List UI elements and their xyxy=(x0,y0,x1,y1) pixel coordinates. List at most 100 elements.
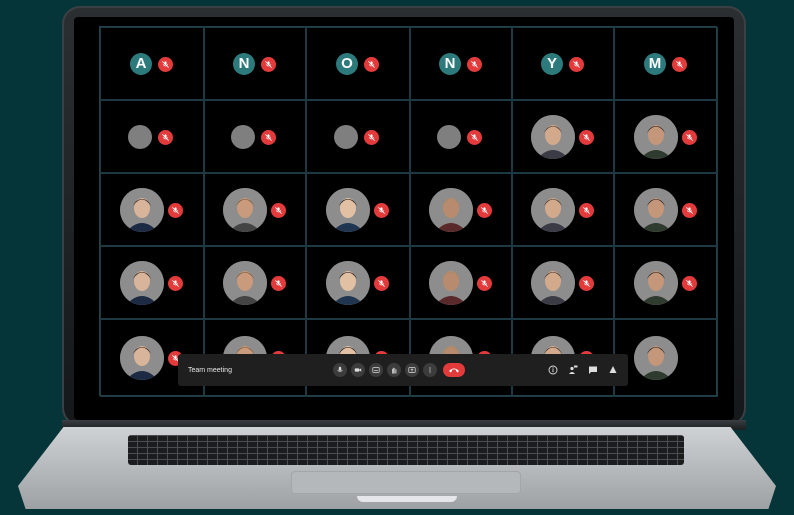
participant-tile[interactable]: N xyxy=(410,27,512,100)
meeting-title: Team meeting xyxy=(188,366,232,374)
muted-mic-icon xyxy=(477,275,492,291)
person-icon xyxy=(326,260,370,305)
person-icon xyxy=(429,260,473,305)
participant-tile[interactable] xyxy=(100,246,204,319)
participant-tile[interactable] xyxy=(204,246,306,319)
muted-mic-icon xyxy=(467,56,482,72)
participant-tile[interactable] xyxy=(410,246,512,319)
participant-tile[interactable] xyxy=(614,100,718,173)
participant-photo xyxy=(531,114,575,159)
muted-mic-icon xyxy=(477,202,492,218)
camera-icon xyxy=(354,368,362,372)
muted-mic-icon xyxy=(579,275,594,291)
mic-icon xyxy=(337,366,343,372)
participant-photo xyxy=(326,260,370,305)
muted-mic-icon xyxy=(271,275,286,291)
hang-up-button[interactable] xyxy=(443,363,465,377)
muted-mic-icon xyxy=(158,129,173,145)
participant-tile[interactable] xyxy=(204,100,306,173)
letter-avatar: O xyxy=(336,52,358,75)
participant-photo xyxy=(429,260,473,305)
participant-tile[interactable] xyxy=(100,173,204,246)
participant-tile[interactable] xyxy=(306,173,410,246)
camera-button[interactable] xyxy=(351,363,365,377)
activities-button[interactable] xyxy=(608,365,618,375)
participant-tile[interactable] xyxy=(512,173,614,246)
person-icon xyxy=(634,260,678,305)
participant-grid: A N O N YM xyxy=(99,26,718,397)
participant-tile[interactable] xyxy=(100,100,204,173)
participant-tile[interactable] xyxy=(410,100,512,173)
participant-photo xyxy=(429,187,473,232)
participant-photo xyxy=(120,336,164,380)
more-options-button[interactable] xyxy=(423,363,437,377)
trackpad xyxy=(292,472,520,493)
participant-photo xyxy=(634,187,678,232)
raise-hand-button[interactable] xyxy=(387,363,401,377)
participant-tile[interactable] xyxy=(512,246,614,319)
placeholder-avatar xyxy=(334,124,358,149)
muted-mic-icon xyxy=(261,56,276,72)
participant-tile[interactable]: A xyxy=(100,27,204,100)
person-icon xyxy=(326,187,370,232)
chat-icon xyxy=(589,366,597,374)
participant-tile[interactable]: O xyxy=(306,27,410,100)
person-icon xyxy=(223,260,267,305)
people-button[interactable] xyxy=(568,365,578,375)
participant-tile[interactable]: Y xyxy=(512,27,614,100)
participant-tile[interactable] xyxy=(512,100,614,173)
keyboard xyxy=(128,435,684,465)
muted-mic-icon xyxy=(364,129,379,145)
muted-mic-icon xyxy=(168,275,183,291)
letter-avatar: N xyxy=(233,52,255,75)
person-icon xyxy=(120,187,164,232)
participant-tile[interactable] xyxy=(614,246,718,319)
participant-tile[interactable]: M xyxy=(614,27,718,100)
muted-mic-icon xyxy=(168,202,183,218)
info-icon xyxy=(548,365,558,375)
activities-icon xyxy=(609,366,617,373)
participant-photo xyxy=(634,114,678,159)
chat-button[interactable] xyxy=(588,365,598,375)
participant-tile[interactable] xyxy=(614,173,718,246)
muted-mic-icon xyxy=(364,56,379,72)
participant-tile[interactable] xyxy=(410,173,512,246)
captions-icon xyxy=(372,367,380,373)
mic-button[interactable] xyxy=(333,363,347,377)
person-icon xyxy=(531,114,575,159)
participant-tile[interactable] xyxy=(306,246,410,319)
call-controls xyxy=(333,363,465,377)
person-icon xyxy=(634,114,678,159)
info-button[interactable] xyxy=(548,365,558,375)
participant-photo xyxy=(223,260,267,305)
muted-mic-icon xyxy=(569,56,584,72)
meeting-toolbar: Team meeting xyxy=(178,354,628,386)
muted-mic-icon xyxy=(261,129,276,145)
muted-mic-icon xyxy=(682,129,697,145)
present-icon xyxy=(408,367,416,373)
participant-tile[interactable] xyxy=(614,319,718,397)
hang-up-icon xyxy=(449,368,459,373)
laptop-screen: A N O N Y M Team meeting xyxy=(74,17,734,420)
more-options-icon xyxy=(429,367,431,373)
participant-tile[interactable]: N xyxy=(204,27,306,100)
laptop-notch xyxy=(357,496,457,502)
present-button[interactable] xyxy=(405,363,419,377)
participant-photo xyxy=(223,187,267,232)
muted-mic-icon xyxy=(682,202,697,218)
person-icon xyxy=(223,187,267,232)
participant-photo xyxy=(531,260,575,305)
captions-button[interactable] xyxy=(369,363,383,377)
muted-mic-icon xyxy=(682,275,697,291)
letter-avatar: N xyxy=(439,52,461,75)
meeting-side-controls xyxy=(548,365,618,375)
person-icon xyxy=(120,336,164,380)
participant-tile[interactable] xyxy=(306,100,410,173)
participant-tile[interactable] xyxy=(204,173,306,246)
raise-hand-icon xyxy=(392,367,397,374)
person-icon xyxy=(429,187,473,232)
placeholder-avatar xyxy=(437,124,461,149)
muted-mic-icon xyxy=(158,56,173,72)
muted-mic-icon xyxy=(374,202,389,218)
muted-mic-icon xyxy=(579,202,594,218)
